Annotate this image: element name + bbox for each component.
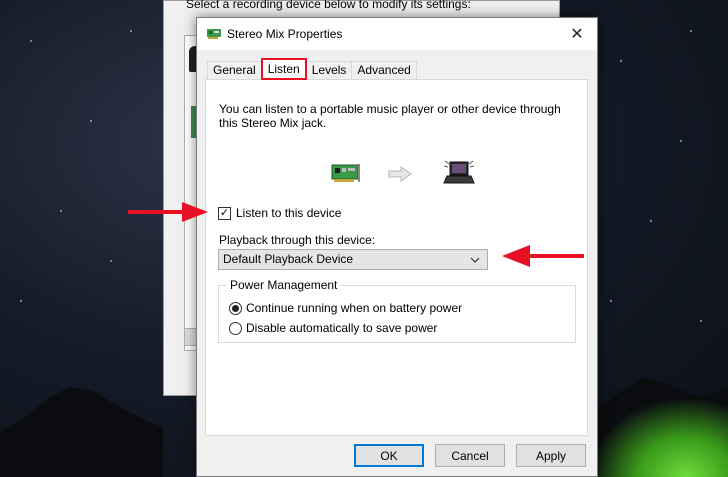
radio-button-unselected[interactable]	[229, 321, 242, 335]
tent-glow	[588, 397, 728, 477]
annotation-arrow-right-icon	[128, 202, 208, 222]
arrow-right-icon	[388, 166, 412, 182]
dialog-title: Stereo Mix Properties	[227, 27, 343, 41]
ok-button[interactable]: OK	[354, 444, 424, 467]
tab-general[interactable]: General	[207, 61, 262, 80]
listen-checkbox[interactable]: ✓	[218, 206, 231, 220]
laptop-speaker-icon	[443, 160, 475, 184]
dialog-buttons: OK Cancel Apply	[197, 444, 597, 467]
radio-button-selected[interactable]	[229, 301, 242, 315]
radio-disable-automatically[interactable]: Disable automatically to save power	[229, 321, 437, 335]
tab-listen[interactable]: Listen	[260, 58, 307, 80]
close-button[interactable]: ✕	[557, 18, 597, 50]
playback-device-value: Default Playback Device	[223, 252, 354, 266]
cancel-button[interactable]: Cancel	[435, 444, 505, 467]
sound-card-icon	[207, 29, 221, 39]
power-management-title: Power Management	[227, 278, 341, 292]
title-bar[interactable]: Stereo Mix Properties ✕	[197, 18, 597, 50]
chevron-down-icon	[469, 250, 481, 269]
radio-disable-label: Disable automatically to save power	[246, 321, 438, 335]
annotation-arrow-left-icon	[502, 245, 584, 267]
listen-checkbox-label: Listen to this device	[236, 206, 342, 220]
playback-label: Playback through this device:	[219, 233, 376, 247]
playback-device-select[interactable]: Default Playback Device	[218, 249, 488, 270]
tab-advanced[interactable]: Advanced	[351, 61, 417, 80]
tab-levels[interactable]: Levels	[305, 61, 353, 80]
recording-hint-text: Select a recording device below to modif…	[186, 0, 471, 11]
sound-card-icon	[331, 164, 360, 182]
apply-button[interactable]: Apply	[516, 444, 586, 467]
tab-strip: General Listen Levels Advanced	[207, 58, 417, 80]
listen-description: You can listen to a portable music playe…	[219, 102, 561, 130]
listen-to-device-row[interactable]: ✓ Listen to this device	[218, 206, 341, 220]
radio-continue-running[interactable]: Continue running when on battery power	[229, 301, 462, 315]
close-icon: ✕	[570, 26, 584, 43]
radio-continue-label: Continue running when on battery power	[246, 301, 463, 315]
power-management-group: Power Management Continue running when o…	[218, 278, 576, 343]
